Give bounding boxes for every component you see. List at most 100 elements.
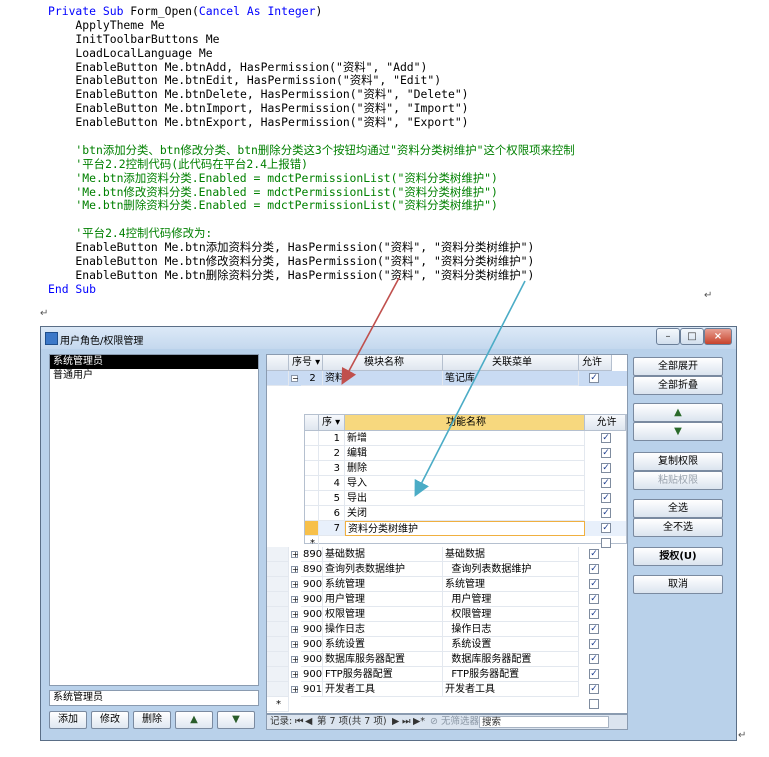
module-row[interactable]: +9000系统管理系统管理✓ <box>267 577 627 592</box>
expand-icon[interactable]: + <box>291 641 299 649</box>
allow-column-header[interactable]: 允许 <box>579 355 612 371</box>
filter-status[interactable]: ⊘ 无筛选器 <box>430 715 479 729</box>
row-selector[interactable] <box>267 562 289 577</box>
module-row[interactable]: +9003权限管理 权限管理✓ <box>267 607 627 622</box>
allow-checkbox[interactable] <box>589 699 599 709</box>
allow-checkbox[interactable]: ✓ <box>589 684 599 694</box>
row-selector[interactable] <box>267 637 289 652</box>
function-name[interactable]: 导入 <box>345 476 585 491</box>
expand-all-button[interactable]: 全部展开 <box>633 357 723 376</box>
prev-record-button[interactable]: ◀ <box>305 715 312 729</box>
collapse-all-button[interactable]: 全部折叠 <box>633 376 723 395</box>
expand-icon[interactable]: + <box>291 596 299 604</box>
allow-checkbox[interactable]: ✓ <box>589 564 599 574</box>
function-row[interactable]: 2 编辑 ✓ <box>305 446 626 461</box>
sub-row-selector[interactable] <box>305 476 319 491</box>
row-selector[interactable] <box>267 371 289 386</box>
seq-column-header[interactable]: 序号 ▾ <box>289 355 323 371</box>
allow-checkbox[interactable]: ✓ <box>589 549 599 559</box>
row-selector[interactable] <box>267 682 289 697</box>
last-record-button[interactable]: ⏭ <box>402 715 411 729</box>
function-name-header[interactable]: 功能名称 <box>345 415 585 431</box>
expand-icon[interactable]: + <box>291 581 299 589</box>
function-row[interactable]: 1 新增 ✓ <box>305 431 626 446</box>
allow-checkbox[interactable]: ✓ <box>589 594 599 604</box>
function-allow-checkbox[interactable]: ✓ <box>601 493 611 503</box>
allow-checkbox[interactable]: ✓ <box>589 624 599 634</box>
sub-row-selector[interactable] <box>305 521 319 536</box>
grant-button[interactable]: 授权(U) <box>633 547 723 566</box>
module-row[interactable]: +9008数据库服务器配置 数据库服务器配置✓ <box>267 652 627 667</box>
function-allow-checkbox[interactable]: ✓ <box>601 433 611 443</box>
function-row[interactable]: 6 关闭 ✓ <box>305 506 626 521</box>
sub-row-selector[interactable] <box>305 461 319 476</box>
paste-permission-button[interactable]: 粘贴权限 <box>633 471 723 490</box>
role-item[interactable]: 系统管理员 <box>50 355 258 369</box>
function-row[interactable]: 5 导出 ✓ <box>305 491 626 506</box>
new-module-row[interactable]: * <box>267 697 627 712</box>
module-row[interactable]: +9010开发者工具开发者工具✓ <box>267 682 627 697</box>
sub-row-selector[interactable] <box>305 431 319 446</box>
function-allow-checkbox[interactable]: ✓ <box>601 523 611 533</box>
select-all-button[interactable]: 全选 <box>633 499 723 518</box>
select-none-button[interactable]: 全不选 <box>633 518 723 537</box>
row-selector[interactable] <box>267 577 289 592</box>
expand-icon[interactable]: + <box>291 611 299 619</box>
move-down-button[interactable]: ▼ <box>217 711 255 729</box>
search-box[interactable]: 搜索 <box>479 716 609 728</box>
sub-allow-header[interactable]: 允许 <box>585 415 626 431</box>
module-row[interactable]: +9002用户管理 用户管理✓ <box>267 592 627 607</box>
function-name[interactable]: 关闭 <box>345 506 585 521</box>
sub-row-selector[interactable] <box>305 491 319 506</box>
collapse-icon[interactable]: − <box>291 375 299 383</box>
expand-icon[interactable]: + <box>291 551 299 559</box>
grid-row-expanded[interactable]: − 2 资料 笔记库 ✓ <box>267 371 627 386</box>
allow-checkbox[interactable]: ✓ <box>589 654 599 664</box>
function-allow-checkbox[interactable]: ✓ <box>601 508 611 518</box>
expand-icon[interactable]: + <box>291 626 299 634</box>
sub-seq-header[interactable]: 序 ▾ <box>319 415 345 431</box>
role-name-field[interactable]: 系统管理员 <box>49 690 259 706</box>
allow-checkbox[interactable]: ✓ <box>589 579 599 589</box>
move-down-icon[interactable]: ▼ <box>633 422 723 441</box>
function-allow-checkbox[interactable]: ✓ <box>601 463 611 473</box>
module-row[interactable]: +9006系统设置 系统设置✓ <box>267 637 627 652</box>
sub-row-selector[interactable] <box>305 446 319 461</box>
move-up-button[interactable]: ▲ <box>175 711 213 729</box>
row-selector[interactable] <box>267 547 289 562</box>
maximize-button[interactable]: □ <box>680 328 704 345</box>
expand-icon[interactable]: + <box>291 671 299 679</box>
expand-icon[interactable]: + <box>291 566 299 574</box>
function-name[interactable]: 资料分类树维护 <box>345 521 585 536</box>
expand-icon[interactable]: + <box>291 686 299 694</box>
delete-role-button[interactable]: 删除 <box>133 711 171 729</box>
first-record-button[interactable]: ⏮ <box>295 715 304 729</box>
cancel-button[interactable]: 取消 <box>633 575 723 594</box>
module-row[interactable]: +9005操作日志 操作日志✓ <box>267 622 627 637</box>
move-up-icon[interactable]: ▲ <box>633 403 723 422</box>
module-row[interactable]: +8900基础数据基础数据✓ <box>267 547 627 562</box>
function-allow-checkbox[interactable]: ✓ <box>601 448 611 458</box>
row-selector[interactable] <box>267 622 289 637</box>
close-button[interactable]: × <box>704 328 732 345</box>
function-row[interactable]: 7 资料分类树维护 ✓ <box>305 521 626 536</box>
module-row[interactable]: +8901查询列表数据维护 查询列表数据维护✓ <box>267 562 627 577</box>
allow-checkbox[interactable]: ✓ <box>589 609 599 619</box>
module-row[interactable]: +9009FTP服务器配置 FTP服务器配置✓ <box>267 667 627 682</box>
function-name[interactable]: 新增 <box>345 431 585 446</box>
edit-role-button[interactable]: 修改 <box>91 711 129 729</box>
row-selector[interactable] <box>267 667 289 682</box>
function-name[interactable]: 导出 <box>345 491 585 506</box>
expand-icon[interactable]: + <box>291 656 299 664</box>
function-row[interactable]: 4 导入 ✓ <box>305 476 626 491</box>
minimize-button[interactable]: – <box>656 328 680 345</box>
role-item[interactable]: 普通用户 <box>50 369 258 383</box>
next-record-button[interactable]: ▶ <box>392 715 399 729</box>
allow-checkbox[interactable]: ✓ <box>589 373 599 383</box>
function-row[interactable]: 3 删除 ✓ <box>305 461 626 476</box>
copy-permission-button[interactable]: 复制权限 <box>633 452 723 471</box>
menu-column-header[interactable]: 关联菜单 <box>443 355 579 371</box>
new-record-button[interactable]: ▶* <box>413 715 425 729</box>
sub-row-selector[interactable] <box>305 506 319 521</box>
row-selector[interactable] <box>267 592 289 607</box>
